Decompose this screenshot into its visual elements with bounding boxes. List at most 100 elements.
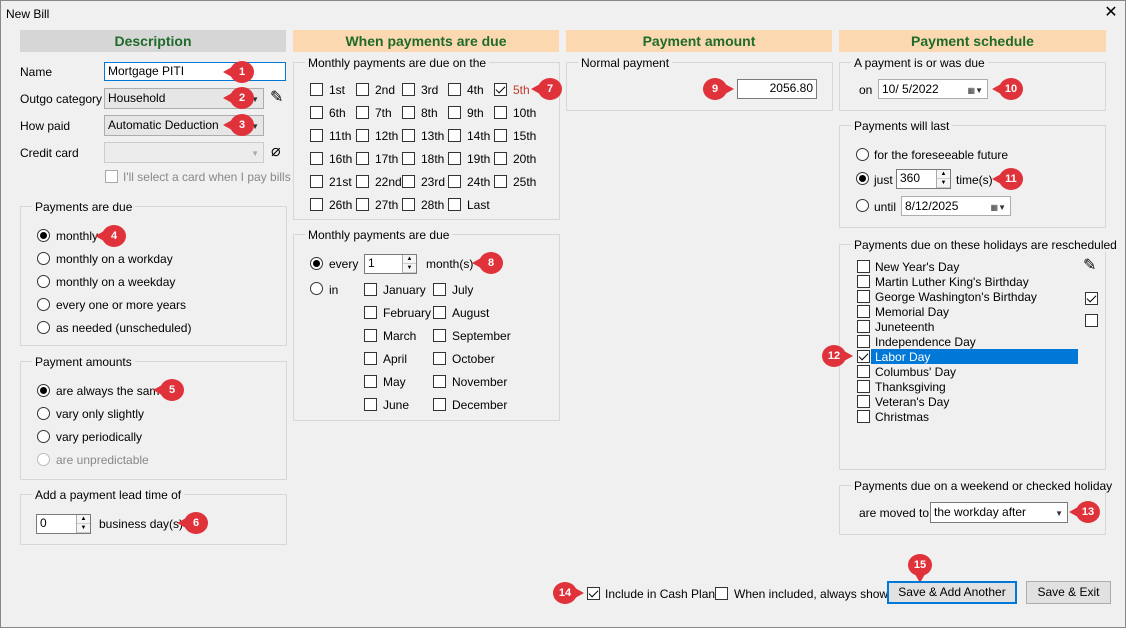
holiday-checkbox[interactable]	[857, 260, 870, 273]
month-checkbox-september[interactable]	[433, 329, 446, 342]
payment-amount-input[interactable]: 2056.80	[737, 79, 817, 99]
spinner-icon[interactable]: ▲ ▼	[76, 515, 90, 533]
spinner-icon[interactable]: ▲ ▼	[402, 255, 416, 273]
day-checkbox-1st[interactable]	[310, 83, 323, 96]
radio-monthly-workday[interactable]	[37, 252, 50, 265]
day-checkbox-17th[interactable]	[356, 152, 369, 165]
day-checkbox-10th[interactable]	[494, 106, 507, 119]
day-checkbox-5th[interactable]	[494, 83, 507, 96]
month-checkbox-october[interactable]	[433, 352, 446, 365]
day-checkbox-3rd[interactable]	[402, 83, 415, 96]
day-checkbox-25th[interactable]	[494, 175, 507, 188]
calendar-icon[interactable]: ▦▼	[991, 200, 1006, 215]
pencil-icon[interactable]: ✎	[1083, 255, 1096, 275]
month-checkbox-july[interactable]	[433, 283, 446, 296]
every-months-input[interactable]: 1 ▲ ▼	[364, 254, 417, 274]
radio-unpredictable[interactable]	[37, 453, 50, 466]
day-label: 20th	[513, 152, 537, 166]
day-checkbox-24th[interactable]	[448, 175, 461, 188]
month-checkbox-march[interactable]	[364, 329, 377, 342]
day-checkbox-19th[interactable]	[448, 152, 461, 165]
header-description: Description	[20, 30, 286, 52]
month-checkbox-august[interactable]	[433, 306, 446, 319]
calendar-icon[interactable]: ▦▼	[968, 83, 983, 98]
holiday-checkbox[interactable]	[857, 350, 870, 363]
spinner-icon[interactable]: ▲ ▼	[936, 170, 950, 188]
day-checkbox-28th[interactable]	[402, 198, 415, 211]
holiday-checkbox[interactable]	[857, 275, 870, 288]
radio-vary-slightly[interactable]	[37, 407, 50, 420]
card-later-checkbox[interactable]	[105, 170, 118, 183]
month-checkbox-december[interactable]	[433, 398, 446, 411]
day-checkbox-14th[interactable]	[448, 129, 461, 142]
radio-yearly[interactable]	[37, 298, 50, 311]
lead-time-input[interactable]: 0 ▲ ▼	[36, 514, 91, 534]
day-checkbox-9th[interactable]	[448, 106, 461, 119]
check-all-icon[interactable]	[1085, 292, 1098, 305]
save-add-another-button[interactable]: Save & Add Another	[887, 581, 1017, 604]
holiday-checkbox[interactable]	[857, 365, 870, 378]
day-label: 27th	[375, 198, 399, 212]
month-checkbox-november[interactable]	[433, 375, 446, 388]
times-input[interactable]: 360 ▲ ▼	[896, 169, 951, 189]
always-show-checkbox[interactable]	[715, 587, 728, 600]
month-checkbox-may[interactable]	[364, 375, 377, 388]
paperclip-icon[interactable]: ⌀	[271, 141, 281, 161]
day-checkbox-21st[interactable]	[310, 175, 323, 188]
day-checkbox-26th[interactable]	[310, 198, 323, 211]
radio-always-same[interactable]	[37, 384, 50, 397]
radio-just[interactable]	[856, 172, 869, 185]
credit-card-select[interactable]: ▼	[104, 142, 264, 163]
month-checkbox-february[interactable]	[364, 306, 377, 319]
radio-monthly-weekday[interactable]	[37, 275, 50, 288]
day-label: 11th	[329, 129, 352, 143]
radio-until[interactable]	[856, 199, 869, 212]
radio-every[interactable]	[310, 257, 323, 270]
cash-plan-checkbox[interactable]	[587, 587, 600, 600]
uncheck-all-icon[interactable]	[1085, 314, 1098, 327]
day-checkbox-7th[interactable]	[356, 106, 369, 119]
moved-to-select[interactable]: the workday after ▼	[930, 502, 1068, 523]
holiday-checkbox[interactable]	[857, 320, 870, 333]
day-checkbox-6th[interactable]	[310, 106, 323, 119]
holiday-checkbox[interactable]	[857, 305, 870, 318]
day-checkbox-4th[interactable]	[448, 83, 461, 96]
day-checkbox-15th[interactable]	[494, 129, 507, 142]
day-checkbox-23rd[interactable]	[402, 175, 415, 188]
day-checkbox-12th[interactable]	[356, 129, 369, 142]
name-input[interactable]: Mortgage PITI	[104, 62, 286, 81]
holiday-checkbox[interactable]	[857, 380, 870, 393]
save-exit-button[interactable]: Save & Exit	[1026, 581, 1111, 604]
weekend-legend: Payments due on a weekend or checked hol…	[851, 479, 1116, 493]
day-label: 25th	[513, 175, 537, 189]
day-checkbox-27th[interactable]	[356, 198, 369, 211]
radio-foreseeable[interactable]	[856, 148, 869, 161]
day-checkbox-20th[interactable]	[494, 152, 507, 165]
day-checkbox-22nd[interactable]	[356, 175, 369, 188]
month-checkbox-june[interactable]	[364, 398, 377, 411]
month-checkbox-january[interactable]	[364, 283, 377, 296]
day-checkbox-8th[interactable]	[402, 106, 415, 119]
moved-label: are moved to	[859, 506, 930, 520]
pencil-icon[interactable]: ✎	[270, 87, 283, 107]
month-checkbox-april[interactable]	[364, 352, 377, 365]
day-checkbox-16th[interactable]	[310, 152, 323, 165]
day-checkbox-2nd[interactable]	[356, 83, 369, 96]
radio-in[interactable]	[310, 282, 323, 295]
day-checkbox-18th[interactable]	[402, 152, 415, 165]
radio-as-needed[interactable]	[37, 321, 50, 334]
lead-time-legend: Add a payment lead time of	[32, 488, 185, 502]
close-icon[interactable]: ✕	[1102, 4, 1120, 22]
holiday-checkbox[interactable]	[857, 410, 870, 423]
day-checkbox-Last[interactable]	[448, 198, 461, 211]
radio-vary-periodically[interactable]	[37, 430, 50, 443]
due-date-picker[interactable]: 10/ 5/2022 ▦▼	[878, 79, 988, 99]
day-checkbox-11th[interactable]	[310, 129, 323, 142]
holiday-checkbox[interactable]	[857, 335, 870, 348]
holiday-checkbox[interactable]	[857, 290, 870, 303]
until-date-picker[interactable]: 8/12/2025 ▦▼	[901, 196, 1011, 216]
holiday-checkbox[interactable]	[857, 395, 870, 408]
chevron-down-icon: ▼	[1055, 509, 1063, 518]
day-checkbox-13th[interactable]	[402, 129, 415, 142]
radio-monthly[interactable]	[37, 229, 50, 242]
